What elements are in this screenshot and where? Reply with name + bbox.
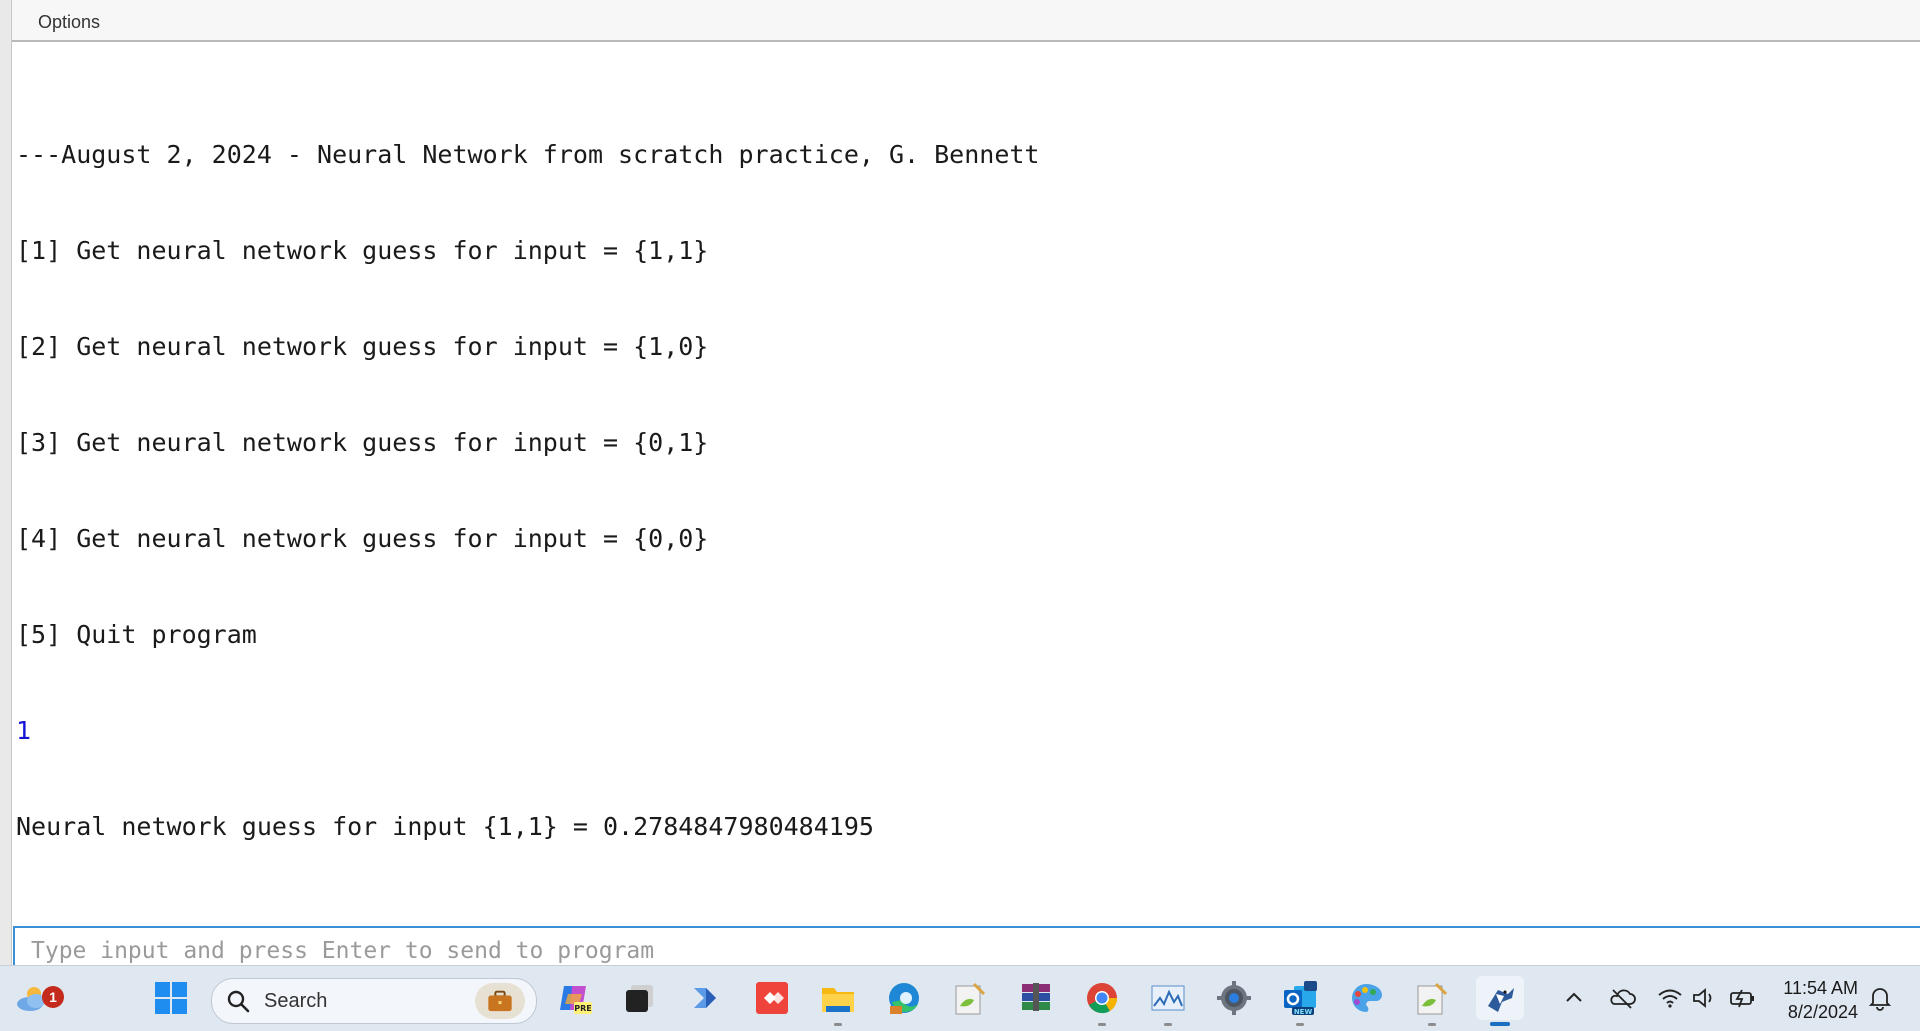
notification-badge: 1	[42, 986, 64, 1008]
pre-badge: PRE	[574, 1004, 592, 1013]
file-explorer-icon	[822, 988, 854, 1012]
paint-icon	[1352, 984, 1382, 1012]
wifi-icon	[1658, 989, 1682, 1008]
app-window: Options ---August 2, 2024 - Neural Netwo…	[0, 0, 1920, 970]
window-left-edge	[0, 0, 12, 965]
notifications-button[interactable]	[1866, 984, 1894, 1012]
onedrive-status[interactable]	[1608, 984, 1636, 1012]
console-user-echo: 1	[16, 716, 32, 745]
bluej-button[interactable]	[1476, 976, 1524, 1026]
onedrive-offline-icon	[1610, 989, 1636, 1009]
notepad-plus-button[interactable]	[948, 976, 992, 1020]
program-input-bar	[13, 926, 1920, 970]
console-line: [2] Get neural network guess for input =…	[16, 332, 709, 361]
outlook-icon: NEW	[1284, 981, 1317, 1016]
winrar-button[interactable]	[1014, 976, 1058, 1020]
wifi-status[interactable]	[1656, 984, 1684, 1012]
system-clock[interactable]: 11:54 AM 8/2/2024	[1768, 976, 1858, 1024]
task-view-button[interactable]	[618, 976, 662, 1020]
anydesk-icon	[756, 982, 788, 1014]
console-line: [4] Get neural network guess for input =…	[16, 524, 709, 553]
console-output: ---August 2, 2024 - Neural Network from …	[16, 75, 1920, 907]
taskbar-search[interactable]: Search	[211, 978, 537, 1024]
volume-icon	[1693, 988, 1712, 1008]
console-line: ---August 2, 2024 - Neural Network from …	[16, 140, 1040, 169]
options-menu[interactable]: Options	[34, 10, 104, 35]
console-line: [5] Quit program	[16, 620, 257, 649]
running-indicator	[834, 1023, 842, 1026]
windows-start-icon	[155, 982, 187, 1014]
menu-bar: Options	[12, 0, 1920, 42]
performance-monitor-icon	[1151, 985, 1185, 1011]
briefcase-icon	[488, 990, 512, 1012]
notepad-plus-icon-2	[1417, 982, 1448, 1015]
search-label: Search	[264, 990, 328, 1012]
file-explorer-button[interactable]	[816, 976, 860, 1026]
edge-icon	[889, 983, 919, 1014]
search-icon	[227, 990, 250, 1013]
new-badge: NEW	[1294, 1008, 1313, 1016]
paint-button[interactable]	[1344, 976, 1388, 1020]
show-hidden-icons-button[interactable]	[1560, 984, 1588, 1012]
console-line: [3] Get neural network guess for input =…	[16, 428, 709, 457]
chrome-icon	[1087, 983, 1118, 1014]
running-indicator	[1296, 1023, 1304, 1026]
running-indicator	[1164, 1023, 1172, 1026]
bell-icon	[1868, 988, 1892, 1011]
notepad-plus-icon	[955, 982, 986, 1015]
clock-time: 11:54 AM	[1783, 978, 1858, 998]
settings-icon	[1217, 981, 1251, 1015]
performance-monitor-button[interactable]	[1146, 976, 1190, 1026]
edge-button[interactable]	[882, 976, 926, 1020]
start-button[interactable]	[149, 976, 193, 1020]
weather-widget[interactable]: 1	[10, 976, 64, 1020]
settings-button[interactable]	[1212, 976, 1256, 1020]
battery-status[interactable]	[1728, 984, 1756, 1012]
outlook-button[interactable]: NEW	[1278, 976, 1322, 1026]
chrome-button[interactable]	[1080, 976, 1124, 1026]
anydesk-button[interactable]	[750, 976, 794, 1020]
notepad-plus-button-2[interactable]	[1410, 976, 1454, 1026]
search-highlight[interactable]	[475, 983, 525, 1019]
power-automate-icon	[694, 988, 716, 1008]
console-line: [1] Get neural network guess for input =…	[16, 236, 709, 265]
active-indicator	[1490, 1022, 1510, 1026]
running-indicator	[1098, 1023, 1106, 1026]
bluej-icon	[1488, 988, 1514, 1012]
console-line: Neural network guess for input {1,1} = 0…	[16, 812, 874, 841]
task-view-icon	[626, 985, 653, 1012]
copilot-icon: PRE	[560, 986, 592, 1014]
running-indicator	[1428, 1023, 1436, 1026]
power-automate-button[interactable]	[684, 976, 728, 1020]
winrar-icon	[1022, 983, 1050, 1011]
battery-charging-icon	[1730, 989, 1754, 1008]
clock-date: 8/2/2024	[1787, 1002, 1858, 1022]
taskbar: 1 Search PRE NEW 11:54 AM 8/2/2024	[0, 965, 1920, 1031]
volume-status[interactable]	[1690, 984, 1718, 1012]
chevron-up-icon	[1566, 992, 1582, 1002]
copilot-button[interactable]: PRE	[552, 976, 596, 1020]
